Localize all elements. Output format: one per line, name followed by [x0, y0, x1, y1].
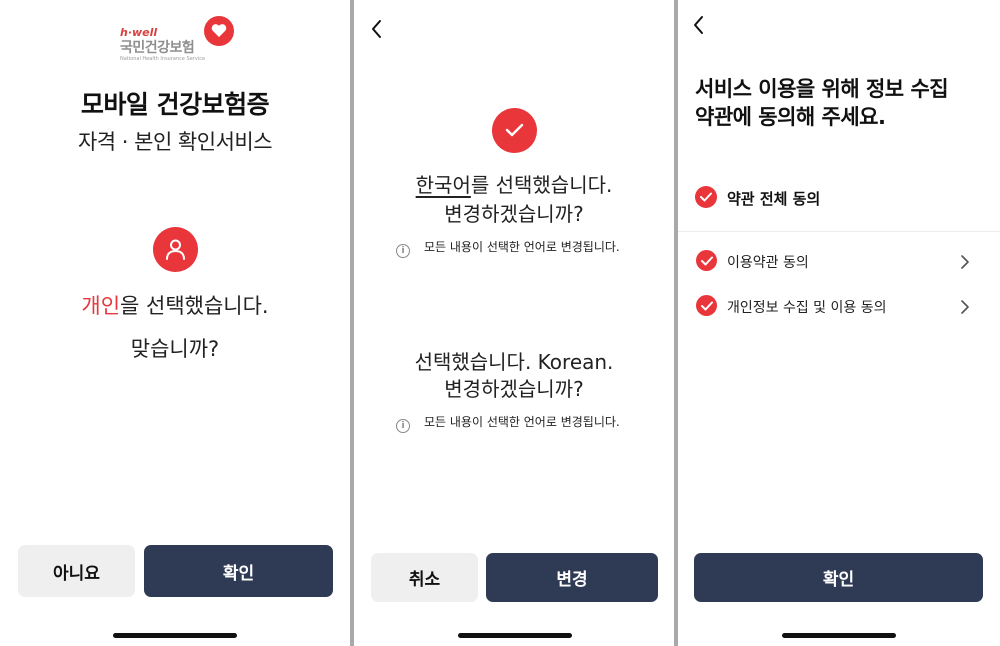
nhis-logo: h·well 국민건강보험 National Health Insurance …: [120, 16, 235, 64]
privacy-label[interactable]: 개인정보 수집 및 이용 동의: [727, 297, 886, 317]
change-button[interactable]: 변경: [486, 553, 658, 602]
terms-agreement-screen: 서비스 이용을 위해 정보 수집 약관에 동의해 주세요. 약관 전체 동의 이…: [678, 0, 1000, 646]
chevron-left-icon[interactable]: [688, 12, 712, 38]
logo-name: 국민건강보험: [120, 40, 195, 56]
question-text: 를 선택했습니다.: [470, 173, 613, 197]
home-indicator[interactable]: [113, 633, 237, 638]
identity-confirm-screen: h·well 국민건강보험 National Health Insurance …: [0, 0, 350, 646]
home-indicator[interactable]: [782, 633, 896, 638]
page-title: 모바일 건강보험증: [80, 90, 270, 119]
selected-type: 개인: [81, 294, 121, 318]
check-icon: [492, 108, 537, 153]
page-title: 서비스 이용을 위해 정보 수집 약관에 동의해 주세요.: [695, 75, 949, 131]
page-subtitle: 자격 · 본인 확인서비스: [77, 130, 273, 154]
title-line2: 약관에 동의해 주세요.: [695, 105, 886, 129]
info-note: i 모든 내용이 선택한 언어로 변경됩니다.: [396, 238, 620, 258]
confirm-button[interactable]: 확인: [694, 553, 983, 602]
question-text: 을 선택했습니다.: [120, 294, 269, 318]
confirm-button[interactable]: 확인: [144, 545, 333, 597]
title-line1: 서비스 이용을 위해 정보 수집: [695, 77, 949, 101]
heart-icon: [204, 16, 234, 46]
info-text: 모든 내용이 선택한 언어로 변경됩니다.: [424, 415, 620, 429]
person-icon: [153, 227, 198, 272]
info-text: 모든 내용이 선택한 언어로 변경됩니다.: [424, 240, 620, 254]
chevron-left-icon[interactable]: [366, 16, 390, 42]
logo-name-en: National Health Insurance Service: [120, 56, 206, 62]
divider: [678, 231, 1000, 232]
language-question: 한국어를 선택했습니다.: [354, 169, 674, 198]
info-icon: i: [396, 419, 410, 433]
info-note-en: i 모든 내용이 선택한 언어로 변경됩니다.: [396, 413, 620, 433]
home-indicator[interactable]: [458, 633, 572, 638]
language-change-screen: 한국어를 선택했습니다. 변경하겠습니까? i 모든 내용이 선택한 언어로 변경…: [354, 0, 674, 646]
terms-checkbox[interactable]: [696, 250, 717, 271]
question-line2: 맞습니까?: [130, 337, 220, 361]
selected-language: 한국어: [415, 173, 471, 197]
question-line2: 변경하겠습니까?: [444, 202, 584, 226]
language-question-en: 선택했습니다. Korean.: [414, 350, 614, 374]
chevron-right-icon[interactable]: [960, 254, 970, 269]
agree-all-label[interactable]: 약관 전체 동의: [727, 188, 820, 209]
no-button[interactable]: 아니요: [18, 545, 135, 597]
info-icon: i: [396, 244, 410, 258]
terms-label[interactable]: 이용약관 동의: [727, 252, 809, 272]
agree-all-checkbox[interactable]: [695, 186, 717, 208]
cancel-button[interactable]: 취소: [371, 553, 478, 602]
confirm-question: 개인을 선택했습니다.: [0, 290, 350, 320]
privacy-checkbox[interactable]: [696, 295, 717, 316]
chevron-right-icon[interactable]: [960, 299, 970, 314]
question-line2-en: 변경하겠습니까?: [444, 377, 584, 401]
